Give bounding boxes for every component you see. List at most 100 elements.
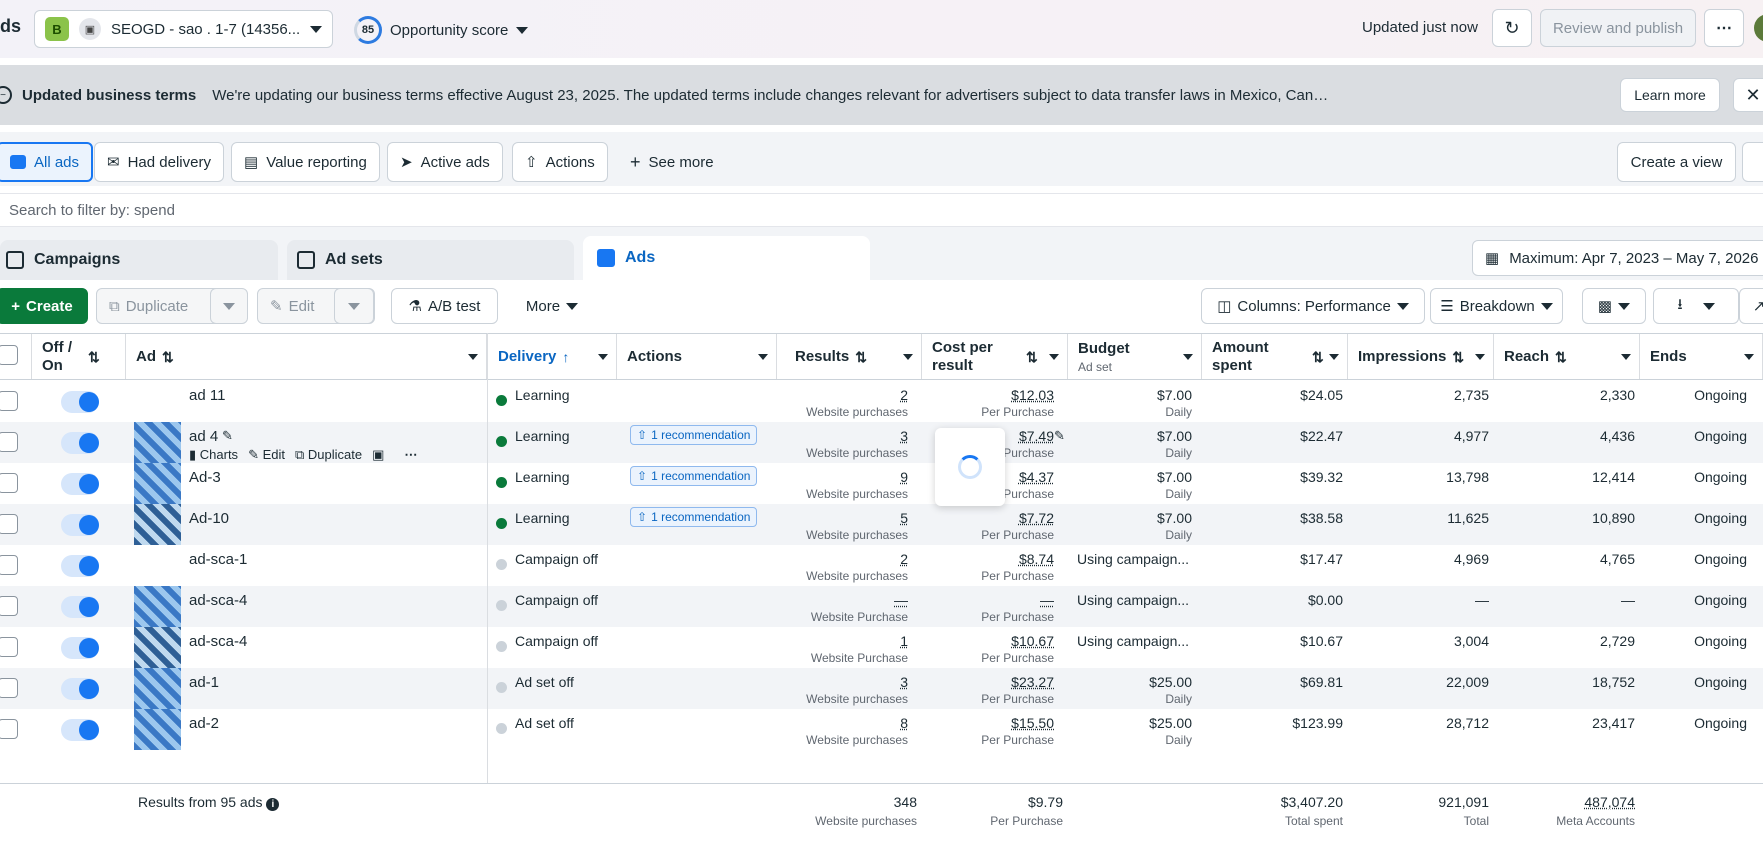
table-row[interactable]: ad 11 Learning 2 Website purchases $12.03 Per…: [0, 381, 1763, 422]
cost-per-result-value[interactable]: $4.37: [1019, 469, 1054, 485]
col-actions[interactable]: Actions: [617, 334, 777, 379]
breakdown-button[interactable]: ☰ Breakdown: [1430, 288, 1563, 324]
create-view-button[interactable]: Create a view: [1617, 142, 1736, 182]
pencil-icon[interactable]: ✎: [1054, 428, 1065, 444]
ad-name[interactable]: Ad-3: [189, 469, 221, 486]
budget-value[interactable]: Using campaign...: [1077, 551, 1189, 567]
ad-name[interactable]: ad-sca-4: [189, 592, 247, 609]
row-checkbox[interactable]: [0, 432, 18, 452]
more-actions-button[interactable]: More: [512, 288, 592, 324]
cost-per-result-value[interactable]: $23.27: [1011, 674, 1054, 690]
row-toggle[interactable]: [61, 514, 99, 536]
filter-settings-button[interactable]: [1742, 142, 1763, 182]
filter-had-delivery[interactable]: ✉ Had delivery: [94, 142, 224, 182]
table-row[interactable]: ad-sca-4 Campaign off — Website Purchase — Pe…: [0, 586, 1763, 627]
results-value[interactable]: 3: [900, 674, 908, 690]
col-results[interactable]: Results ⇅: [777, 334, 922, 379]
row-toggle[interactable]: [61, 637, 99, 659]
ad-name[interactable]: ad-sca-1: [189, 551, 247, 568]
row-toggle[interactable]: [61, 432, 99, 454]
results-value[interactable]: 3: [900, 428, 908, 444]
charts-link[interactable]: ▮ Charts: [189, 447, 238, 463]
ad-name[interactable]: ad 11: [189, 387, 225, 404]
row-toggle[interactable]: [61, 596, 99, 618]
edit-dropdown[interactable]: [334, 288, 374, 324]
row-toggle[interactable]: [61, 678, 99, 700]
row-checkbox[interactable]: [0, 391, 18, 411]
row-checkbox[interactable]: [0, 473, 18, 493]
more-options-button[interactable]: ⋯: [1704, 9, 1744, 47]
see-more-button[interactable]: + See more: [618, 142, 726, 182]
tab-adsets[interactable]: Ad sets: [287, 240, 574, 280]
ab-test-button[interactable]: ⚗ A/B test: [391, 288, 498, 324]
row-toggle[interactable]: [61, 719, 99, 741]
create-button[interactable]: + Create: [0, 288, 88, 324]
refresh-button[interactable]: ↻: [1492, 9, 1532, 47]
row-toggle[interactable]: [61, 473, 99, 495]
col-delivery[interactable]: Delivery ↑: [487, 334, 617, 379]
col-ad[interactable]: Ad ⇅: [126, 334, 487, 379]
ad-name[interactable]: ad 4: [189, 428, 218, 445]
budget-value[interactable]: $25.00: [1149, 674, 1192, 690]
table-row[interactable]: ad-2 Ad set off 8 Website purchases $15.50 Pe…: [0, 709, 1763, 750]
col-amount-spent[interactable]: Amount spent ⇅: [1202, 334, 1348, 379]
opportunity-score[interactable]: 85 Opportunity score: [354, 16, 529, 44]
cost-per-result-value[interactable]: $8.74: [1019, 551, 1054, 567]
budget-value[interactable]: Using campaign...: [1077, 633, 1189, 649]
ad-name[interactable]: ad-1: [189, 674, 219, 691]
close-banner-button[interactable]: ✕: [1733, 78, 1763, 112]
table-row[interactable]: ad 4 ✎ ▮ Charts ✎ Edit ⧉ Duplicate ▣ ⋯ ✎ Learnin…: [0, 422, 1763, 463]
reports-button[interactable]: ▩: [1582, 288, 1646, 324]
row-checkbox[interactable]: [0, 596, 18, 616]
recommendation-badge[interactable]: ⇧ 1 recommendation: [630, 507, 758, 527]
budget-value[interactable]: $7.00: [1157, 469, 1192, 485]
results-value[interactable]: 5: [900, 510, 908, 526]
filter-actions[interactable]: ⇧ Actions: [512, 142, 608, 182]
account-selector[interactable]: B ▣ SEOGD - sao . 1-7 (14356...: [34, 10, 333, 48]
results-value[interactable]: —: [894, 592, 908, 608]
col-offon[interactable]: Off / On ⇅: [32, 334, 126, 379]
date-range-picker[interactable]: ▦ Maximum: Apr 7, 2023 – May 7, 2026: [1472, 240, 1763, 276]
export-button[interactable]: ⭳: [1653, 288, 1739, 324]
row-checkbox[interactable]: [0, 637, 18, 657]
table-row[interactable]: Ad-3 Learning ⇧ 1 recommendation 9 Website pu…: [0, 463, 1763, 504]
recommendation-badge[interactable]: ⇧ 1 recommendation: [630, 425, 758, 445]
recommendation-badge[interactable]: ⇧ 1 recommendation: [630, 466, 758, 486]
row-toggle[interactable]: [61, 555, 99, 577]
preview-icon[interactable]: ▣: [372, 447, 384, 463]
col-ends[interactable]: Ends: [1640, 334, 1763, 379]
table-row[interactable]: ad-sca-4 Campaign off 1 Website Purchase $10…: [0, 627, 1763, 668]
row-checkbox[interactable]: [0, 514, 18, 534]
row-checkbox[interactable]: [0, 678, 18, 698]
cost-per-result-value[interactable]: $7.72: [1019, 510, 1054, 526]
budget-value[interactable]: $25.00: [1149, 715, 1192, 731]
more-icon[interactable]: ⋯: [404, 447, 417, 463]
cost-per-result-value[interactable]: $7.49: [1019, 428, 1054, 444]
results-value[interactable]: 8: [900, 715, 908, 731]
ad-name[interactable]: ad-sca-4: [189, 633, 247, 650]
ad-name[interactable]: ad-2: [189, 715, 219, 732]
pencil-icon[interactable]: ✎: [222, 428, 233, 444]
learn-more-button[interactable]: Learn more: [1620, 78, 1720, 112]
ad-name[interactable]: Ad-10: [189, 510, 229, 527]
budget-value[interactable]: $7.00: [1157, 387, 1192, 403]
row-toggle[interactable]: [61, 391, 99, 413]
columns-button[interactable]: ◫ Columns: Performance: [1201, 288, 1425, 324]
row-checkbox[interactable]: [0, 555, 18, 575]
info-icon[interactable]: i: [266, 798, 280, 811]
cost-per-result-value[interactable]: —: [1040, 592, 1054, 608]
table-row[interactable]: Ad-10 Learning ⇧ 1 recommendation 5 Website p…: [0, 504, 1763, 545]
col-cost-per-result[interactable]: Cost per result ⇅: [922, 334, 1068, 379]
budget-value[interactable]: $7.00: [1157, 510, 1192, 526]
filter-all-ads[interactable]: All ads: [0, 142, 94, 182]
col-budget[interactable]: Budget Ad set: [1068, 334, 1202, 379]
edit-link[interactable]: ✎ Edit: [248, 447, 285, 463]
tab-campaigns[interactable]: Campaigns: [0, 240, 278, 280]
select-all-checkbox[interactable]: [0, 345, 18, 365]
search-input[interactable]: Search to filter by: spend: [0, 193, 1763, 227]
row-checkbox[interactable]: [0, 719, 18, 739]
duplicate-dropdown[interactable]: [210, 288, 248, 324]
results-value[interactable]: 9: [900, 469, 908, 485]
charts-toggle-button[interactable]: ↗: [1739, 288, 1763, 324]
table-row[interactable]: ad-1 Ad set off 3 Website purchases $23.27 Pe…: [0, 668, 1763, 709]
